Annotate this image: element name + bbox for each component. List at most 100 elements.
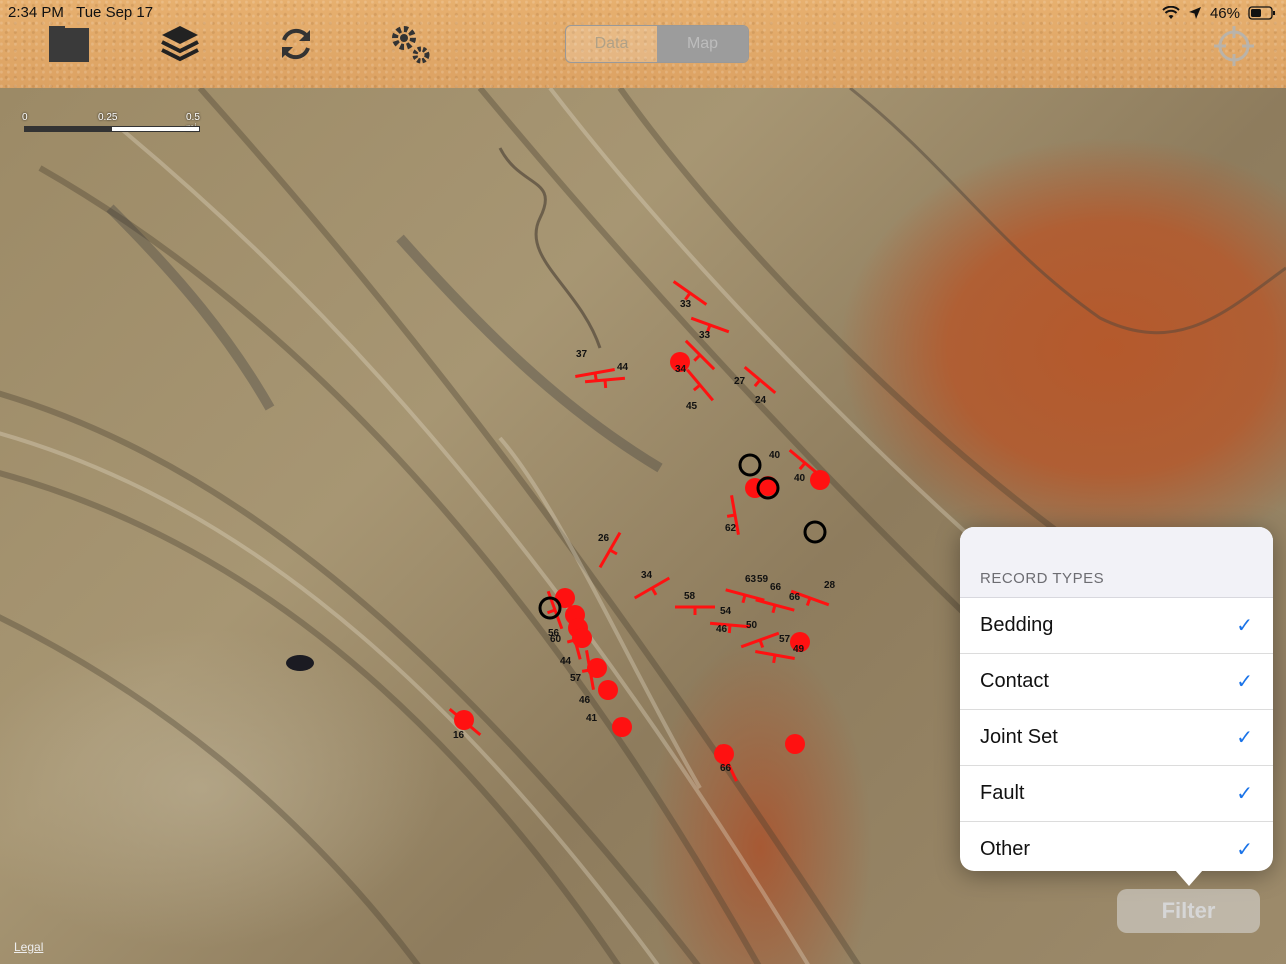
toolbar: 2:34 PM Tue Sep 17 46% Data Map: [0, 0, 1286, 89]
dip-tick: [609, 548, 618, 556]
dip-label: 44: [617, 362, 629, 373]
dip-label: 49: [793, 644, 805, 655]
dip-label: 26: [598, 533, 610, 544]
record-type-contact[interactable]: Contact ✓: [960, 654, 1273, 710]
dip-tick: [753, 379, 762, 388]
dip-label: 16: [453, 730, 465, 741]
settings-icon[interactable]: [388, 22, 432, 66]
status-bar-left: 2:34 PM Tue Sep 17: [8, 4, 153, 22]
checkmark-icon: ✓: [1236, 727, 1253, 749]
dip-tick: [546, 608, 556, 615]
filter-button[interactable]: Filter: [1117, 889, 1260, 933]
dip-label: 63: [745, 574, 757, 585]
dip-tick: [798, 462, 807, 471]
record-type-label: Other: [980, 838, 1031, 860]
dip-tick: [650, 587, 658, 596]
status-time: 2:34 PM: [8, 4, 64, 21]
record-point[interactable]: [598, 680, 618, 700]
other-record-circle[interactable]: [738, 453, 762, 477]
record-type-label: Joint Set: [980, 726, 1058, 748]
location-arrow-icon: [1188, 7, 1201, 19]
record-type-label: Bedding: [980, 614, 1054, 636]
popover-arrow: [1175, 870, 1203, 886]
popover-title: RECORD TYPES: [980, 570, 1105, 587]
dip-label: 40: [769, 450, 781, 461]
other-record-circle[interactable]: [803, 520, 827, 544]
dip-tick: [772, 654, 777, 664]
folder-icon[interactable]: [46, 22, 90, 66]
dip-label: 66: [720, 763, 732, 774]
dip-tick: [726, 513, 736, 518]
record-point[interactable]: [454, 710, 474, 730]
scale-bar: 0 0.25 0.5 mi: [22, 112, 202, 134]
dip-label: 62: [725, 523, 737, 534]
strike-dip-symbol[interactable]: [633, 576, 674, 605]
record-type-joint-set[interactable]: Joint Set ✓: [960, 710, 1273, 766]
dip-label: 60: [550, 634, 562, 645]
dip-label: 40: [794, 473, 806, 484]
record-point[interactable]: [572, 628, 592, 648]
dip-tick: [741, 594, 747, 604]
checkmark-icon: ✓: [1236, 615, 1253, 637]
dip-label: 45: [686, 401, 698, 412]
dip-tick: [693, 353, 702, 362]
record-point[interactable]: [612, 717, 632, 737]
dip-tick: [771, 604, 777, 614]
dip-label: 46: [579, 695, 591, 706]
dip-label: 46: [716, 624, 728, 635]
record-type-label: Fault: [980, 782, 1025, 804]
battery-icon: [1248, 6, 1275, 20]
dip-label: 34: [675, 364, 687, 375]
record-point[interactable]: [810, 470, 830, 490]
other-record-circle[interactable]: [538, 596, 562, 620]
dip-label: 28: [824, 580, 836, 591]
layers-icon[interactable]: [158, 22, 202, 66]
legal-link[interactable]: Legal: [14, 940, 43, 954]
scale-bar-line: [24, 126, 200, 132]
scale-label-0: 0: [22, 112, 28, 123]
record-type-fault[interactable]: Fault ✓: [960, 766, 1273, 822]
dip-label: 57: [570, 673, 582, 684]
dip-label: 33: [699, 330, 711, 341]
strike-dip-symbol[interactable]: [675, 605, 715, 615]
dip-label: 66: [789, 592, 801, 603]
dip-tick: [603, 379, 608, 389]
record-point[interactable]: [785, 734, 805, 754]
dip-tick: [758, 639, 765, 649]
record-type-bedding[interactable]: Bedding ✓: [960, 598, 1273, 654]
dip-label: 59: [757, 574, 769, 585]
dip-tick: [805, 597, 812, 607]
checkmark-icon: ✓: [1236, 839, 1253, 861]
sync-icon[interactable]: [274, 22, 318, 66]
popover-header: RECORD TYPES: [960, 527, 1273, 598]
status-bar-right: 46%: [1162, 4, 1276, 22]
record-point[interactable]: [714, 744, 734, 764]
dip-label: 44: [560, 656, 572, 667]
record-type-other[interactable]: Other ✓: [960, 822, 1273, 871]
dip-tick: [727, 624, 732, 634]
dip-label: 54: [720, 606, 732, 617]
dip-tick: [692, 383, 701, 392]
dip-label: 34: [641, 570, 653, 581]
wifi-icon: [1162, 6, 1180, 19]
checkmark-icon: ✓: [1236, 671, 1253, 693]
dip-label: 66: [770, 582, 782, 593]
view-segmented-control: Data Map: [565, 25, 749, 63]
dip-label: 24: [755, 395, 767, 406]
record-type-label: Contact: [980, 670, 1049, 692]
checkmark-icon: ✓: [1236, 783, 1253, 805]
dip-label: 58: [684, 591, 696, 602]
strike-dip-symbol[interactable]: [754, 650, 795, 667]
segment-map[interactable]: Map: [657, 26, 748, 62]
dip-label: 33: [680, 299, 692, 310]
segment-data[interactable]: Data: [566, 26, 657, 62]
dip-label: 57: [779, 634, 791, 645]
record-point[interactable]: [587, 658, 607, 678]
dip-label: 41: [586, 713, 598, 724]
dip-label: 27: [734, 376, 746, 387]
crosshair-icon[interactable]: [1212, 24, 1256, 68]
strike-dip-symbol[interactable]: [584, 376, 626, 389]
dip-label: 50: [746, 620, 758, 631]
dip-label: 37: [576, 349, 588, 360]
record-types-popover: RECORD TYPES Bedding ✓ Contact ✓ Joint S…: [960, 527, 1273, 871]
